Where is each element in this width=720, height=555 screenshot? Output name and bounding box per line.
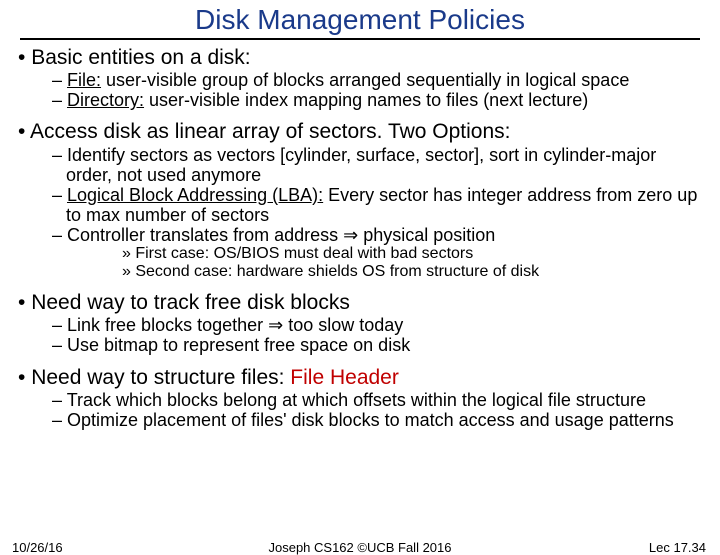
slide-title: Disk Management Policies <box>0 4 720 36</box>
bullet-item: Basic entities on a disk: File: user-vis… <box>18 46 702 110</box>
dash-item: Optimize placement of files' disk blocks… <box>52 410 702 430</box>
title-underline <box>20 38 700 40</box>
bullet-text: Need way to structure files: File Header <box>18 366 702 390</box>
bullet-item: Need way to structure files: File Header… <box>18 366 702 430</box>
footer-center: Joseph CS162 ©UCB Fall 2016 <box>0 540 720 555</box>
bullet-list: Basic entities on a disk: File: user-vis… <box>18 46 702 430</box>
dash-item: Identify sectors as vectors [cylinder, s… <box>52 145 702 185</box>
dash-item: Track which blocks belong at which offse… <box>52 390 702 410</box>
dash-item: File: user-visible group of blocks arran… <box>52 70 702 90</box>
footer-right: Lec 17.34 <box>649 540 706 555</box>
file-header-label: File Header <box>290 366 399 389</box>
dash-item: Directory: user-visible index mapping na… <box>52 90 702 110</box>
bullet-text: Access disk as linear array of sectors. … <box>18 120 702 144</box>
chev-item: First case: OS/BIOS must deal with bad s… <box>122 245 702 263</box>
chev-item: Second case: hardware shields OS from st… <box>122 263 702 281</box>
dash-item: Use bitmap to represent free space on di… <box>52 335 702 355</box>
bullet-item: Need way to track free disk blocks Link … <box>18 291 702 355</box>
dash-item: Logical Block Addressing (LBA): Every se… <box>52 185 702 225</box>
bullet-text: Need way to track free disk blocks <box>18 291 702 315</box>
bullet-item: Access disk as linear array of sectors. … <box>18 120 702 281</box>
dash-item: Controller translates from address ⇒ phy… <box>52 225 702 281</box>
dash-item: Link free blocks together ⇒ too slow tod… <box>52 315 702 335</box>
bullet-text: Basic entities on a disk: <box>18 46 702 70</box>
slide-body: Basic entities on a disk: File: user-vis… <box>0 46 720 430</box>
